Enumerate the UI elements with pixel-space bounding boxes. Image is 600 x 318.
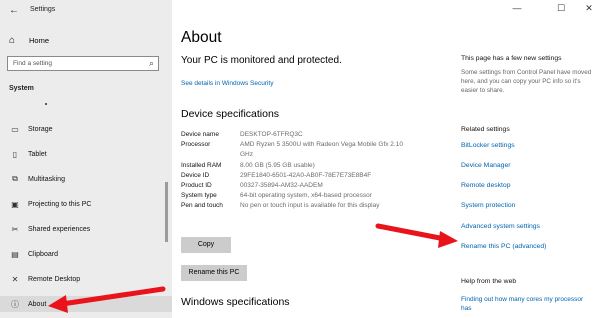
arrow-to-advanced-system-settings <box>375 223 458 248</box>
annotation-arrows <box>48 223 458 313</box>
arrow-to-about <box>48 286 166 313</box>
